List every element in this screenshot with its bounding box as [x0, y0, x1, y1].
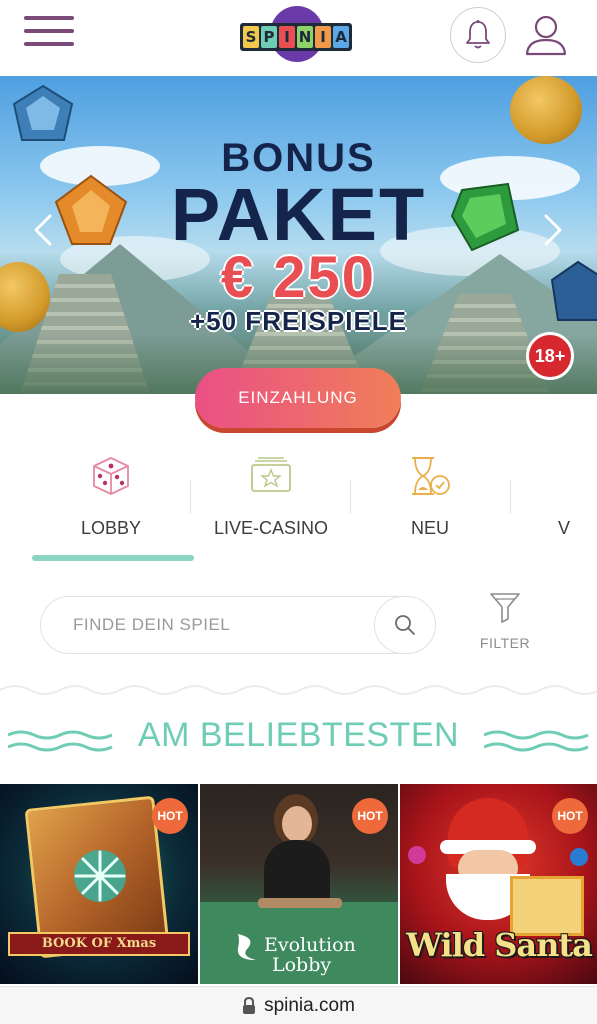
deposit-button[interactable]: EINZAHLUNG — [195, 368, 401, 428]
tab-divider — [510, 480, 511, 514]
bell-icon — [466, 20, 490, 49]
search-box — [40, 596, 436, 654]
dice-icon — [93, 457, 129, 495]
wave-divider — [0, 685, 597, 695]
game-title: Wild Santa — [406, 926, 593, 964]
decorative-wave-right — [484, 730, 589, 752]
evolution-logo-icon — [237, 934, 256, 960]
hot-badge: HOT — [352, 798, 388, 834]
tab-new[interactable]: NEU — [352, 448, 508, 548]
game-tile-wild-santa[interactable]: Wild Santa HOT — [400, 784, 597, 984]
tab-label: LIVE-CASINO — [213, 518, 329, 538]
tab-divider — [190, 480, 191, 514]
game-tile-book-of-xmas[interactable]: BOOK OF Xmas HOT — [0, 784, 198, 984]
logo-letter: P — [261, 26, 277, 48]
game-title-line1: Evolution — [264, 934, 356, 956]
live-casino-icon — [251, 457, 291, 492]
age-restriction-badge: 18+ — [526, 332, 574, 380]
logo-letter: S — [243, 26, 259, 48]
filter-funnel-icon — [490, 593, 520, 623]
promo-free-spins: +50 FREISPIELE — [189, 306, 408, 336]
lock-icon — [243, 996, 256, 1014]
spinia-logo[interactable]: S P I N I A — [238, 6, 354, 64]
logo-letter: I — [315, 26, 331, 48]
notifications-button[interactable] — [450, 7, 506, 63]
filter-label: FILTER — [479, 635, 531, 651]
logo-letter: I — [279, 26, 295, 48]
game-title-line2: Lobby — [272, 954, 332, 976]
bonus-promo-banner[interactable]: BONUS PAKET € 250 +50 FREISPIELE 18+ — [0, 76, 597, 394]
active-tab-indicator — [32, 555, 194, 561]
filter-button[interactable]: FILTER — [478, 590, 532, 656]
tab-lobby[interactable]: LOBBY — [32, 448, 190, 548]
search-icon — [395, 615, 415, 635]
search-input[interactable] — [73, 597, 363, 653]
category-tabs: LOBBY LIVE-CASINO NEU V — [0, 448, 597, 568]
tab-label: LOBBY — [80, 518, 142, 538]
top-header: S P I N I A — [0, 0, 597, 76]
hot-badge: HOT — [552, 798, 588, 834]
tab-label: V — [558, 518, 571, 538]
search-button[interactable] — [374, 596, 436, 654]
carousel-prev-arrow-icon[interactable] — [28, 210, 58, 250]
tab-label: NEU — [410, 518, 449, 538]
tab-live-casino[interactable]: LIVE-CASINO — [192, 448, 350, 548]
gold-coin-icon — [510, 76, 582, 144]
popular-games-grid: BOOK OF Xmas HOT Evolution Lobby HOT Wil… — [0, 784, 597, 984]
account-button[interactable] — [522, 12, 570, 60]
snowflake-icon — [74, 850, 126, 902]
hamburger-menu-button[interactable] — [24, 16, 74, 50]
game-tile-evolution-lobby[interactable]: Evolution Lobby HOT — [200, 784, 398, 984]
hourglass-icon — [412, 457, 450, 495]
user-icon — [525, 15, 567, 56]
tab-more-partial[interactable]: V — [540, 448, 597, 548]
tab-divider — [350, 480, 351, 514]
hot-badge: HOT — [152, 798, 188, 834]
browser-url-bar[interactable]: spinia.com — [0, 986, 597, 1024]
promo-amount: € 250 — [220, 245, 377, 310]
logo-letter: N — [297, 26, 313, 48]
carousel-next-arrow-icon[interactable] — [538, 210, 568, 250]
game-title: BOOK OF Xmas — [8, 932, 190, 956]
url-text: spinia.com — [264, 994, 355, 1016]
logo-letter: A — [333, 26, 349, 48]
